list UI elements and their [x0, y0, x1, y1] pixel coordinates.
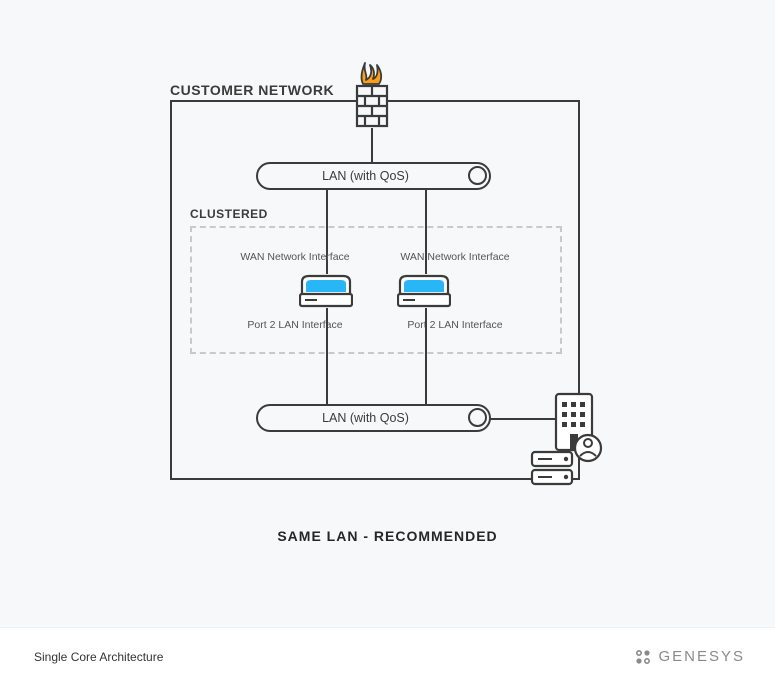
clustered-label: CLUSTERED	[190, 207, 268, 221]
firewall-icon	[350, 60, 394, 130]
diagram-canvas: CUSTOMER NETWORK LAN (with QoS)	[0, 0, 775, 685]
appliance-node-a-icon	[299, 274, 353, 308]
wan-label-node-b: WAN Network Interface	[380, 251, 530, 263]
brand-logo: GENESYS	[634, 648, 745, 666]
footer-bar: Single Core Architecture GENESYS	[0, 627, 775, 685]
connector-node-a-to-lan	[326, 308, 328, 406]
connector-firewall-to-lan	[371, 128, 373, 164]
page-title: Single Core Architecture	[34, 650, 163, 664]
appliance-node-b-icon	[397, 274, 451, 308]
port-label-node-a: Port 2 LAN Interface	[220, 319, 370, 331]
clustered-box	[190, 226, 562, 354]
lan-bus-end-icon	[468, 408, 487, 427]
lan-top-label: LAN (with QoS)	[322, 169, 409, 183]
connector-node-b-to-lan	[425, 308, 427, 406]
wan-label-node-a: WAN Network Interface	[220, 251, 370, 263]
lan-bottom-label: LAN (with QoS)	[322, 411, 409, 425]
lan-bus-top: LAN (with QoS)	[256, 162, 491, 190]
lan-bus-end-icon	[468, 166, 487, 185]
diagram-caption: SAME LAN - RECOMMENDED	[0, 528, 775, 544]
site-icons	[530, 390, 605, 490]
brand-text: GENESYS	[658, 648, 745, 665]
genesys-mark-icon	[634, 648, 652, 666]
customer-network-label: CUSTOMER NETWORK	[170, 82, 334, 98]
lan-bus-bottom: LAN (with QoS)	[256, 404, 491, 432]
port-label-node-b: Port 2 LAN Interface	[380, 319, 530, 331]
